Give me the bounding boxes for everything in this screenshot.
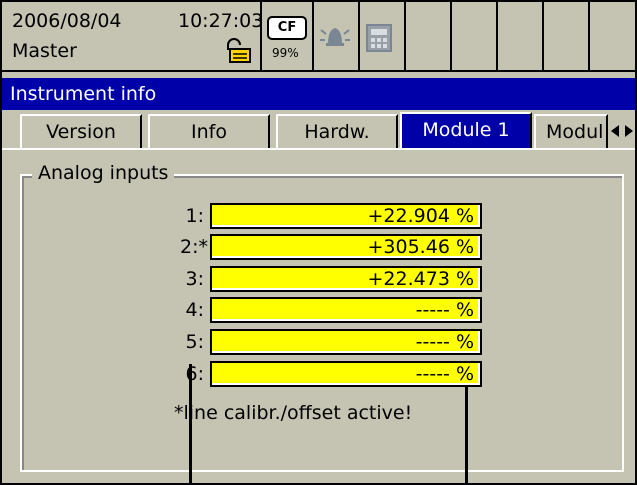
status-user: Master bbox=[12, 40, 77, 62]
tab-info[interactable]: Info bbox=[148, 114, 270, 148]
status-separator bbox=[450, 2, 452, 72]
tab-module-1[interactable]: Module 1 bbox=[400, 112, 532, 148]
status-bar: 2006/08/04 10:27:03 Master CF 99% bbox=[2, 2, 635, 72]
status-separator bbox=[588, 2, 590, 72]
group-title: Analog inputs bbox=[32, 162, 175, 184]
row-label-4: 4: bbox=[185, 299, 205, 321]
cf-card-icon: CF bbox=[267, 16, 307, 40]
value-field-1: +22.904 % bbox=[210, 203, 482, 229]
status-separator bbox=[542, 2, 544, 72]
value-field-4: ----- % bbox=[210, 297, 482, 323]
tab-version[interactable]: Version bbox=[20, 114, 142, 148]
cf-percent: 99% bbox=[272, 46, 299, 60]
row-label-2: 2:* bbox=[180, 236, 208, 258]
callout-line-left bbox=[189, 364, 192, 483]
row-label-3: 3: bbox=[185, 268, 205, 290]
value-field-3: +22.473 % bbox=[210, 266, 482, 292]
tab-bar: Version Info Hardw. Module 1 Modul bbox=[2, 112, 636, 148]
footnote: *line calibr./offset active! bbox=[174, 402, 413, 424]
callout-line-right bbox=[465, 386, 468, 483]
status-date: 2006/08/04 bbox=[12, 10, 122, 32]
page-title: Instrument info bbox=[2, 78, 635, 110]
row-label-1: 1: bbox=[185, 205, 205, 227]
row-label-5: 5: bbox=[185, 331, 205, 353]
tab-scroll-arrows-icon[interactable] bbox=[608, 124, 636, 138]
status-separator bbox=[312, 2, 314, 72]
value-field-6: ----- % bbox=[210, 361, 482, 387]
device-screen: 2006/08/04 10:27:03 Master CF 99% Instru… bbox=[0, 0, 637, 485]
tab-module-2[interactable]: Modul bbox=[534, 114, 608, 148]
status-separator bbox=[260, 2, 262, 72]
calculator-icon bbox=[366, 24, 392, 52]
status-separator bbox=[404, 2, 406, 72]
bell-icon bbox=[320, 28, 350, 46]
lock-icon bbox=[227, 38, 251, 63]
status-time: 10:27:03 bbox=[178, 10, 264, 32]
value-field-2: +305.46 % bbox=[210, 234, 482, 260]
status-separator bbox=[358, 2, 360, 72]
status-separator bbox=[496, 2, 498, 72]
tab-hardware[interactable]: Hardw. bbox=[276, 114, 398, 148]
content-divider bbox=[2, 148, 635, 150]
value-field-5: ----- % bbox=[210, 329, 482, 355]
